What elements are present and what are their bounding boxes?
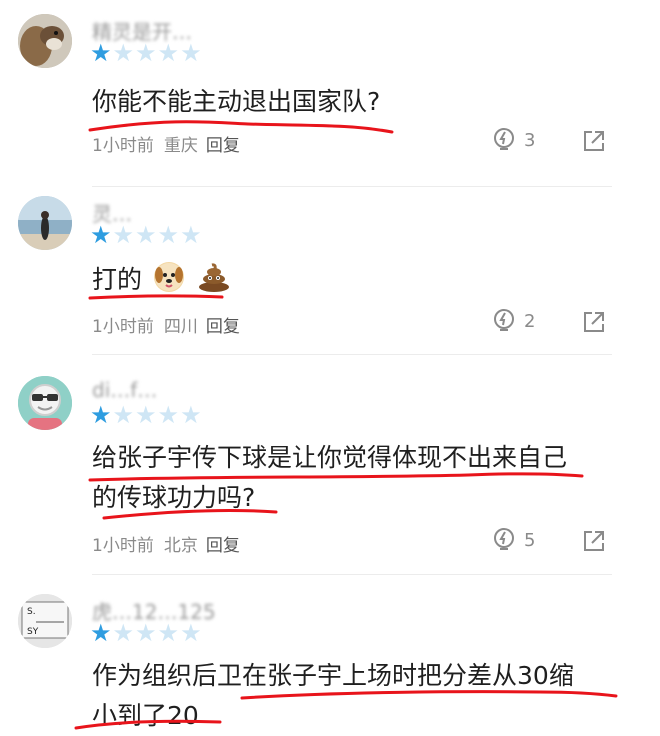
star-empty-icon: ★★★★: [112, 39, 203, 67]
red-underline-annotation: [88, 294, 224, 300]
pile-of-poo-emoji-icon: [198, 262, 230, 292]
dog-face-emoji-icon: [153, 262, 184, 292]
share-icon: [584, 131, 604, 151]
lightbulb-like-icon: [494, 309, 514, 331]
star-empty-icon: ★★★★: [112, 221, 203, 249]
username[interactable]: di…f…: [92, 378, 157, 402]
divider: [92, 186, 612, 187]
like-count: 2: [524, 310, 536, 332]
red-underline-annotation: [102, 508, 278, 520]
comment-location: 重庆: [163, 136, 198, 156]
grandpa-sunglasses-avatar-icon: [18, 376, 72, 430]
avatar[interactable]: [18, 14, 72, 68]
reply-button[interactable]: 回复: [206, 136, 240, 156]
red-underline-annotation: [74, 719, 222, 730]
comment-meta: 1小时前 北京 回复: [92, 531, 240, 556]
share-icon: [584, 312, 604, 332]
reply-button[interactable]: 回复: [206, 536, 240, 556]
svg-text:SY: SY: [27, 627, 39, 637]
share-icon: [584, 531, 604, 551]
comment-time: 1小时前: [92, 317, 154, 337]
share-button[interactable]: [582, 129, 606, 153]
red-underline-annotation: [240, 690, 618, 700]
star-empty-icon: ★★★★: [112, 619, 203, 647]
like-button[interactable]: 2: [492, 308, 552, 334]
like-button[interactable]: 5: [492, 527, 552, 553]
comment-location: 北京: [163, 536, 198, 556]
like-button[interactable]: 3: [492, 127, 552, 153]
beach-photo-avatar-icon: [18, 196, 72, 250]
share-button[interactable]: [582, 529, 606, 553]
comment-meta: 1小时前 四川 回复: [92, 312, 240, 337]
star-empty-icon: ★★★★: [112, 401, 203, 429]
star-filled-icon: ★: [90, 401, 113, 429]
comment-item: di…f… ★★★★★ 给张子宇传下球是让你觉得体现不出来自己 的传球功力吗? …: [0, 376, 660, 576]
comment-time: 1小时前: [92, 536, 154, 556]
sticker-avatar-icon: S. SY: [18, 594, 72, 648]
lightbulb-like-icon: [494, 128, 514, 150]
comment-location: 四川: [163, 317, 198, 337]
svg-text:S.: S.: [27, 607, 36, 617]
comment-line: 你能不能主动退出国家队?: [92, 87, 381, 116]
divider: [92, 574, 612, 575]
star-rating: ★★★★★: [90, 618, 203, 648]
red-underline-annotation: [88, 472, 584, 482]
like-count: 3: [524, 129, 536, 151]
star-rating: ★★★★★: [90, 400, 203, 430]
divider: [92, 354, 612, 355]
star-filled-icon: ★: [90, 221, 113, 249]
comment-time: 1小时前: [92, 136, 154, 156]
lightbulb-like-icon: [494, 528, 514, 550]
share-button[interactable]: [582, 310, 606, 334]
avatar[interactable]: [18, 196, 72, 250]
comment-item: S. SY 虎…12…125 ★★★★★ 作为组织后卫在张子宇上场时把分差从30…: [0, 594, 660, 733]
star-rating: ★★★★★: [90, 38, 203, 68]
squirrel-avatar-icon: [18, 14, 72, 68]
comment-meta: 1小时前 重庆 回复: [92, 131, 240, 156]
star-rating: ★★★★★: [90, 220, 203, 250]
comment-item: 精灵是开… ★★★★★ 你能不能主动退出国家队? 1小时前 重庆 回复 3: [0, 14, 660, 187]
comment-item: 灵… ★★★★★ 打的 1小时前 四川 回复 2: [0, 196, 660, 366]
star-filled-icon: ★: [90, 619, 113, 647]
avatar[interactable]: S. SY: [18, 594, 72, 648]
reply-button[interactable]: 回复: [206, 317, 240, 337]
avatar[interactable]: [18, 376, 72, 430]
like-count: 5: [524, 529, 536, 551]
star-filled-icon: ★: [90, 39, 113, 67]
